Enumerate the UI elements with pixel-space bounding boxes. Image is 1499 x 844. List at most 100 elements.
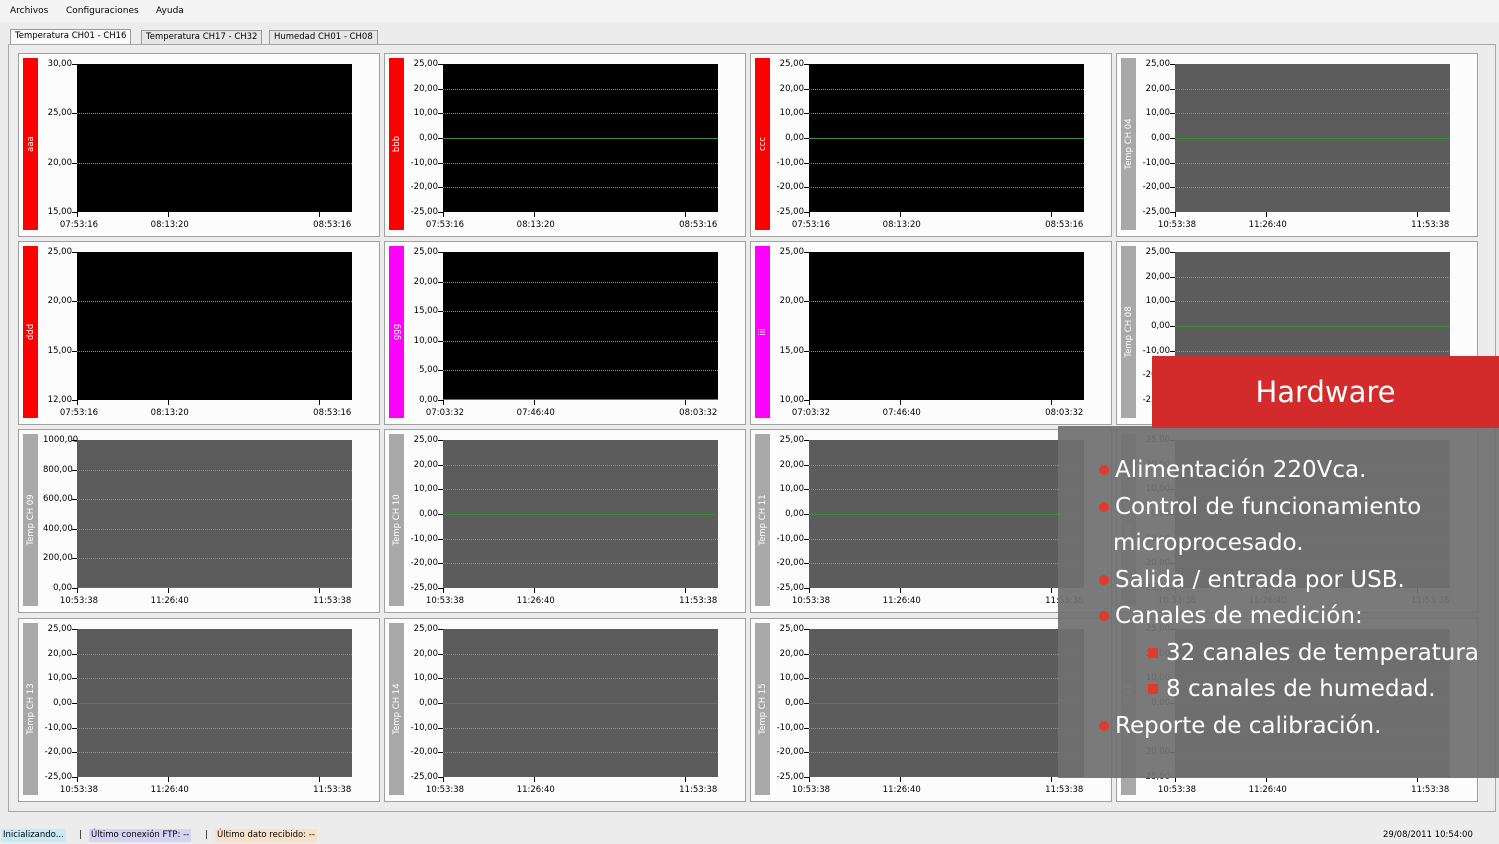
y-tick-label: 20,00 — [1145, 83, 1170, 94]
tab-temperatura-ch01-ch16[interactable]: Temperatura CH01 - CH16 — [10, 29, 132, 44]
x-tick-label: 08:53:16 — [1045, 220, 1084, 230]
zero-line — [443, 514, 718, 515]
y-tick-label: 25,00 — [413, 624, 438, 634]
grid-line — [443, 653, 718, 655]
chart-panel[interactable]: Temp CH 04 25,00 20,00 10,00 0,00 -10,00 -20,0… — [1116, 53, 1478, 237]
x-tick-mark — [443, 777, 444, 782]
x-tick-mark — [77, 400, 78, 405]
chart-panel[interactable]: Temp CH 10 25,00 20,00 10,00 0,00 -10,00 -20,0… — [384, 429, 746, 613]
plot-area — [809, 64, 1084, 212]
bullet-dot-icon — [1099, 611, 1109, 621]
chart-panel[interactable]: ggg 25,00 20,00 15,00 10,00 5,00 0,00 07:03:32 0… — [384, 241, 746, 425]
grid-line — [809, 752, 1084, 754]
plot-area — [1175, 64, 1450, 212]
x-tick-mark — [899, 777, 901, 782]
grid-line — [443, 340, 718, 342]
chart-panel[interactable]: ccc 25,00 20,00 10,00 0,00 -10,00 -20,00 -25,00… — [750, 53, 1112, 237]
chart-panel[interactable]: Temp CH 09 1000,00 800,00 600,00 400,00 200,0… — [18, 429, 380, 613]
menu-configuraciones[interactable]: Configuraciones — [66, 6, 139, 16]
menu-ayuda[interactable]: Ayuda — [156, 6, 184, 16]
channel-label-bar: ggg — [389, 246, 404, 418]
y-tick-label: 0,00 — [419, 395, 438, 405]
y-tick-label: 600,00 — [43, 494, 73, 505]
plot-area — [809, 440, 1084, 588]
y-tick-label: 25,00 — [47, 108, 72, 119]
x-tick-mark — [319, 212, 320, 217]
x-tick-label: 10:53:38 — [425, 596, 465, 606]
y-tick-label: -10,00 — [410, 722, 438, 733]
y-tick-label: -10,00 — [1142, 157, 1170, 168]
x-tick-label: 07:03:32 — [791, 408, 831, 418]
y-tick-label: 20,00 — [47, 296, 72, 307]
chart-panel[interactable]: ddd 25,00 20,00 15,00 12,00 07:53:16 08:13:20 0… — [18, 241, 380, 425]
x-tick-mark — [167, 588, 169, 593]
tab-humedad-ch01-ch08[interactable]: Humedad CH01 - CH08 — [269, 30, 378, 44]
bullet-text: Salida / entrada por USB. — [1115, 566, 1405, 593]
y-tick-label: 30,00 — [47, 59, 72, 69]
channel-label: Temp CH 09 — [25, 494, 36, 546]
y-tick-label: -25,00 — [410, 583, 438, 593]
status-separator: | — [205, 830, 208, 840]
y-tick-label: 20,00 — [413, 648, 438, 659]
channel-label-bar: Temp CH 14 — [389, 623, 404, 795]
x-tick-mark — [1051, 588, 1052, 593]
y-tick-label: -20,00 — [776, 182, 804, 193]
channel-label: Temp CH 04 — [1123, 118, 1134, 170]
zero-line — [809, 138, 1084, 139]
y-tick-label: -10,00 — [410, 157, 438, 168]
x-tick-label: 07:03:32 — [425, 408, 465, 418]
chart-panel[interactable]: iii 25,00 20,00 15,00 10,00 07:03:32 07:46:40 0… — [750, 241, 1112, 425]
x-tick-label: 10:53:38 — [791, 596, 831, 606]
tab-temperatura-ch17-ch32[interactable]: Temperatura CH17 - CH32 — [141, 30, 263, 44]
x-tick-label: 07:53:16 — [791, 220, 831, 230]
x-tick-label: 07:53:16 — [59, 220, 99, 230]
y-tick-label: 10,00 — [413, 673, 438, 684]
x-tick-label: 08:13:20 — [516, 220, 555, 230]
y-tick-label: 20,00 — [413, 83, 438, 94]
bullet-square-icon — [1148, 647, 1158, 658]
status-bar: Inicializando... | Último conexión FTP: … — [0, 826, 1499, 844]
x-tick-mark — [167, 777, 169, 782]
x-tick-mark — [443, 212, 444, 217]
plot-area — [77, 629, 352, 777]
x-tick-label: 11:53:38 — [313, 596, 352, 606]
x-tick-label: 07:53:16 — [59, 408, 99, 418]
chart-panel[interactable]: bbb 25,00 20,00 10,00 0,00 -10,00 -20,00 -25,00… — [384, 53, 746, 237]
x-tick-mark — [899, 400, 901, 405]
grid-line — [443, 464, 718, 466]
plot-area — [443, 629, 718, 777]
y-tick-label: 0,00 — [785, 133, 804, 143]
y-tick-label: 15,00 — [47, 345, 72, 356]
y-tick-label: -25,00 — [776, 772, 804, 782]
y-tick-label: 15,00 — [413, 306, 438, 317]
x-tick-label: 11:53:38 — [679, 785, 718, 795]
grid-line — [77, 752, 352, 754]
status-datetime: 29/08/2011 10:54:00 — [1383, 830, 1473, 840]
x-tick-label: 10:53:38 — [425, 785, 465, 795]
bullet-item: Alimentación 220Vca. — [1099, 456, 1366, 484]
grid-line — [77, 558, 352, 560]
menu-archivos[interactable]: Archivos — [10, 6, 48, 16]
y-tick-label: 10,00 — [413, 335, 438, 346]
chart-panel[interactable]: aaa 30,00 25,00 20,00 15,00 07:53:16 08:13:20 0… — [18, 53, 380, 237]
y-tick-label: 25,00 — [413, 435, 438, 445]
grid-line — [809, 464, 1084, 466]
y-tick-label: -25,00 — [410, 207, 438, 217]
x-tick-label: 11:26:40 — [516, 785, 555, 795]
x-tick-mark — [167, 400, 169, 405]
bullet-text: 32 canales de temperatura — [1166, 639, 1479, 666]
x-tick-label: 08:03:32 — [679, 408, 718, 418]
channel-label-bar: iii — [755, 246, 770, 418]
chart-panel[interactable]: Temp CH 14 25,00 20,00 10,00 0,00 -10,00 -20,0… — [384, 618, 746, 802]
y-tick-label: 10,00 — [413, 108, 438, 119]
y-tick-label: 25,00 — [779, 624, 804, 634]
y-tick-label: 10,00 — [779, 395, 804, 405]
x-tick-mark — [319, 588, 320, 593]
y-tick-label: 0,00 — [419, 133, 438, 143]
bullet-text: microprocesado. — [1113, 530, 1304, 556]
chart-panel[interactable]: Temp CH 13 25,00 20,00 10,00 0,00 -10,00 -20,0… — [18, 618, 380, 802]
x-tick-mark — [1051, 777, 1052, 782]
bullet-text: Control de funcionamiento — [1115, 493, 1422, 520]
x-tick-mark — [443, 588, 444, 593]
plot-area — [809, 629, 1084, 777]
